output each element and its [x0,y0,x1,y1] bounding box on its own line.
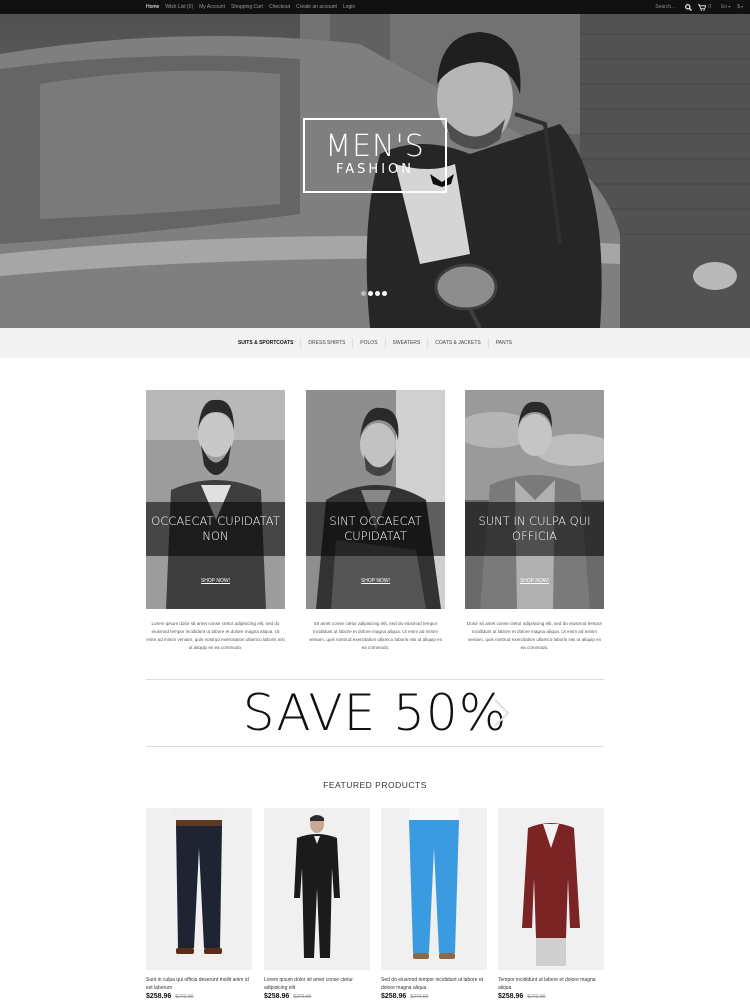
product-image [522,823,580,966]
nav-create-account[interactable]: Create an account [296,0,337,14]
nav-wish-list[interactable]: Wish List (0) [165,0,193,14]
product-name[interactable]: Sed do eiusmod tempor incididunt ut labo… [381,977,487,992]
product-image [409,808,459,959]
banner-caption: OCCAECAT CUPIDATAT NON [146,502,285,556]
product-price: $258.96 $272.90 [381,993,487,1000]
search-icon[interactable] [683,0,693,14]
nav-login[interactable]: Login [343,0,355,14]
category-sweaters[interactable]: SWEATERS [384,338,428,348]
product-price-old: $272.90 [293,994,312,1000]
banner-image [146,390,285,609]
product-image [174,808,224,954]
product-card[interactable] [146,808,252,970]
hero-subtitle: FASHION [336,162,414,177]
product-price-old: $272.90 [175,994,194,1000]
search-input[interactable] [655,2,684,12]
promo-save-banner[interactable]: SAVE 50% [146,680,604,746]
hero-slider[interactable]: MEN'S FASHION [0,14,750,328]
nav-checkout[interactable]: Checkout [269,0,290,14]
language-value: En [721,4,728,10]
shop-now-link[interactable]: SHOP NOW! [146,578,285,584]
cart-icon[interactable] [697,0,707,14]
banner-caption: SINT OCCAECAT CUPIDATAT [306,502,445,556]
chevron-down-icon: ▾ [740,4,743,9]
currency-value: $ [737,4,740,10]
product-name[interactable]: Lorem ipsum dolor sit amet conse ctetur … [264,977,370,992]
category-dress-shirts[interactable]: DRESS SHIRTS [300,338,352,348]
product-card[interactable] [381,808,487,970]
divider [146,746,604,747]
promo-banner[interactable]: SINT OCCAECAT CUPIDATAT [306,390,445,609]
nav-my-account[interactable]: My Account [199,0,225,14]
category-polos[interactable]: POLOS [352,338,384,348]
product-name[interactable]: Sunt in culpa qui officia deserunt molli… [146,977,252,992]
top-nav: Home Wish List (0) My Account Shopping C… [146,0,361,14]
product-price-old: $272.90 [410,994,429,1000]
banner-caption: SUNT IN CULPA QUI OFFICIA [465,502,604,556]
banner-caption-text: OCCAECAT CUPIDATAT NON [151,514,280,543]
top-right-tools: 0 En▾ $▾ [655,0,750,14]
banner-description: Lorem ipsum dolor sit amet conse ctetur … [146,621,285,650]
banner-caption-text: SINT OCCAECAT CUPIDATAT [329,514,422,543]
product-name[interactable]: Tempor incididunt ut labore et dolore ma… [498,977,604,992]
shop-now-link[interactable]: SHOP NOW! [465,578,604,584]
banner-image [465,390,604,609]
shop-now-link[interactable]: SHOP NOW! [306,578,445,584]
banner-caption-text: SUNT IN CULPA QUI OFFICIA [478,514,591,543]
banner-image [306,390,445,609]
slider-dots [361,291,387,296]
product-card[interactable] [264,808,370,970]
banner-description: Sit amet conse ctetur adipisicing elit, … [308,621,443,650]
slider-dot[interactable] [361,291,366,296]
language-select[interactable]: En▾ [721,4,730,10]
category-suits-sportcoats[interactable]: SUITS & SPORTCOATS [231,338,300,348]
slider-dot[interactable] [368,291,373,296]
category-pants[interactable]: PANTS [487,338,519,348]
chevron-down-icon: ▾ [728,4,731,9]
product-price-old: $272.90 [527,994,546,1000]
product-price-current: $258.96 [146,993,172,1000]
chevron-right-icon[interactable] [492,698,510,733]
cart-count[interactable]: 0 [708,4,711,10]
slider-dot[interactable] [375,291,380,296]
category-nav: SUITS & SPORTCOATS DRESS SHIRTS POLOS SW… [0,328,750,358]
banner-description: Dolor sit amet conse ctetur adipisicing … [466,621,603,650]
nav-shopping-cart[interactable]: Shopping Cart [231,0,263,14]
top-bar: Home Wish List (0) My Account Shopping C… [0,0,750,14]
promo-banner[interactable]: SUNT IN CULPA QUI OFFICIA [465,390,604,609]
promo-save-text: SAVE 50% [242,684,508,742]
promo-banner[interactable]: OCCAECAT CUPIDATAT NON [146,390,285,609]
category-coats-jackets[interactable]: COATS & JACKETS [427,338,487,348]
product-image [294,815,340,958]
product-price: $258.96 $272.90 [264,993,370,1000]
hero-title-box: MEN'S FASHION [303,118,447,193]
featured-products-title: FEATURED PRODUCTS [323,780,427,790]
slider-dot[interactable] [382,291,387,296]
product-card[interactable] [498,808,604,970]
product-price: $258.96 $272.90 [498,993,604,1000]
product-price: $258.96 $272.90 [146,993,252,1000]
product-price-current: $258.96 [381,993,407,1000]
product-price-current: $258.96 [498,993,524,1000]
hero-title: MEN'S [325,129,425,164]
nav-home[interactable]: Home [146,0,159,14]
currency-select[interactable]: $▾ [737,4,743,10]
product-price-current: $258.96 [264,993,290,1000]
